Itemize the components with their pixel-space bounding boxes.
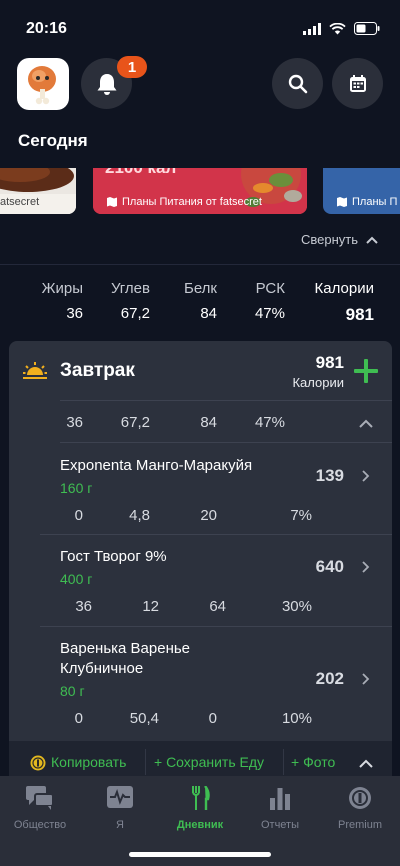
food-fat: 0 — [74, 710, 83, 727]
search-button[interactable] — [272, 58, 323, 109]
summary-value-protein: 84 — [200, 305, 217, 322]
tab-diary[interactable]: Дневник — [160, 785, 240, 831]
food-name: Варенька Варенье — [60, 640, 191, 657]
food-fat: 0 — [74, 507, 83, 524]
copy-button[interactable]: Копировать — [51, 754, 126, 770]
tab-me-label: Я — [116, 819, 124, 831]
fork-knife-icon — [192, 785, 210, 810]
map-icon — [337, 197, 347, 207]
summary-value-calories: 981 — [345, 305, 374, 324]
home-indicator — [129, 852, 271, 857]
food-name: Exponenta Манго-Маракуйя — [60, 457, 253, 474]
summary-label-protein: Белк — [183, 280, 217, 297]
food-amount: 80 г — [60, 683, 85, 699]
summary-label-carbs: Углев — [110, 280, 150, 297]
food-name: Гост Творог 9% — [60, 548, 167, 565]
summary-value-fat: 36 — [66, 305, 83, 322]
summary-label-calories: Калории — [314, 280, 374, 297]
search-icon — [288, 74, 307, 93]
meal-total-rdi: 47% — [254, 414, 285, 431]
premium-badge-icon — [349, 787, 371, 809]
food-amount: 160 г — [60, 480, 93, 496]
food-carbs: 50,4 — [129, 710, 159, 727]
food-rdi: 30% — [281, 598, 312, 615]
collapse-label: Свернуть — [300, 232, 358, 247]
summary-value-carbs: 67,2 — [120, 305, 150, 322]
drumstick-logo-icon — [28, 66, 56, 105]
food-protein: 0 — [208, 710, 217, 727]
collapse-button[interactable]: Свернуть — [301, 232, 378, 247]
tab-community-label: Общество — [13, 819, 67, 831]
tab-reports-label: Отчеты — [260, 819, 300, 831]
food-rdi: 7% — [290, 507, 312, 524]
save-food-button[interactable]: + Сохранить Еду — [154, 754, 264, 770]
cellular-signal-icon — [303, 22, 321, 35]
food-fat: 36 — [75, 598, 92, 615]
status-time: 20:16 — [26, 20, 67, 37]
wifi-icon — [329, 22, 346, 34]
meal-calories: 981 — [315, 353, 344, 372]
summary-label-rdi: РСК — [255, 280, 285, 297]
meal-title: Завтрак — [60, 360, 135, 381]
chat-icon — [26, 786, 54, 810]
date-title: Сегодня — [18, 131, 88, 150]
app-logo[interactable] — [17, 58, 69, 110]
top-bar: 1 — [0, 56, 400, 116]
card2-title: 2100 кал — [105, 168, 176, 178]
calendar-button[interactable] — [332, 58, 383, 109]
summary-label-fat: Жиры — [41, 280, 83, 297]
food-protein: 64 — [209, 598, 226, 615]
food-carbs: 12 — [142, 598, 159, 615]
food-calories: 202 — [315, 669, 344, 688]
add-food-button[interactable] — [354, 359, 378, 383]
meal-card-breakfast: Завтрак 981 Калории 36 67,2 84 47% Expon… — [9, 341, 392, 781]
promo-card-1[interactable]: atsecret — [0, 168, 76, 214]
tab-community[interactable]: Общество — [0, 786, 80, 831]
promo-card-meal-plans[interactable]: 2100 кал Планы Питания от fatsecret — [93, 168, 307, 214]
chevron-up-icon[interactable] — [359, 419, 373, 428]
copy-coin-icon — [30, 755, 46, 771]
card2-caption: Планы Питания от fatsecret — [122, 196, 262, 208]
summary-value-rdi: 47% — [254, 305, 285, 322]
food-rdi: 10% — [281, 710, 312, 727]
food-protein: 20 — [200, 507, 217, 524]
meal-total-carbs: 67,2 — [120, 414, 150, 431]
chevron-up-icon[interactable] — [359, 759, 373, 768]
food-amount: 400 г — [60, 571, 93, 587]
notification-badge: 1 — [117, 56, 147, 78]
food-calories: 640 — [315, 557, 344, 576]
battery-icon — [354, 22, 380, 35]
food-carbs: 4,8 — [129, 507, 150, 524]
status-bar: 20:16 — [0, 0, 400, 56]
chevron-up-icon — [366, 236, 378, 244]
chevron-right-icon — [362, 470, 370, 482]
tab-reports[interactable]: Отчеты — [240, 786, 320, 831]
promo-card-3[interactable]: Планы П — [323, 168, 400, 214]
card3-caption: Планы П — [352, 196, 398, 208]
tab-diary-label: Дневник — [176, 819, 224, 831]
meal-actions-bar: Копировать + Сохранить Еду + Фото — [9, 741, 392, 781]
bar-chart-icon — [270, 788, 290, 810]
bell-icon — [97, 73, 116, 95]
tab-premium-label: Premium — [337, 819, 382, 831]
photo-button[interactable]: + Фото — [291, 754, 335, 770]
meal-total-protein: 84 — [200, 414, 217, 431]
food-name-line2: Клубничное — [60, 660, 144, 677]
meal-total-fat: 36 — [66, 414, 83, 431]
divider — [0, 264, 400, 265]
sunrise-icon — [23, 362, 47, 379]
chevron-right-icon — [362, 673, 370, 685]
promo-carousel[interactable]: atsecret 2100 кал Планы Питания от fatse… — [0, 168, 400, 214]
meal-calories-label: Калории — [292, 375, 344, 390]
chevron-right-icon — [362, 561, 370, 573]
calendar-icon — [349, 74, 366, 92]
map-icon — [107, 197, 117, 207]
tab-premium[interactable]: Premium — [320, 786, 400, 831]
tab-me[interactable]: Я — [80, 786, 160, 831]
card1-caption: atsecret — [0, 196, 40, 208]
heart-pulse-icon — [107, 786, 133, 808]
food-calories: 139 — [315, 466, 344, 485]
